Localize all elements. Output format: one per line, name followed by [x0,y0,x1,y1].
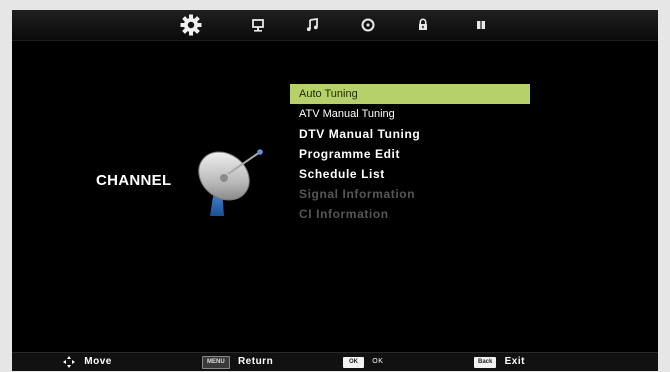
category-tab-bar [12,10,658,41]
menu-item-signal-information: Signal Information [299,187,416,201]
satellite-dish-icon [198,149,263,216]
tab-sound[interactable] [301,13,325,37]
back-key: Back [474,356,497,368]
lock-icon [419,18,427,30]
menu-key: MENU [202,355,230,369]
menu-item-ci-information: CI Information [299,207,389,221]
menu-item-atv-manual-tuning[interactable]: ATV Manual Tuning [290,104,530,124]
menu-item-programme-edit[interactable]: Programme Edit [290,144,530,164]
clock-icon [361,18,375,32]
ok-label: OK [372,358,384,365]
music-note-icon [306,17,318,32]
exit-label: Exit [504,356,525,367]
ok-key: OK [343,356,364,368]
tv-screen: CHANNEL Auto Tuning ATV Manual Tuning DTV … [12,10,658,352]
return-label: Return [237,356,274,367]
monitor-icon [252,19,264,32]
tab-time[interactable] [356,13,380,37]
help-ok: OK OK [343,353,383,371]
help-bar: Move MENU Return OK OK Back Exit [12,352,658,371]
help-move: Move [62,353,112,371]
tab-setup[interactable] [469,13,493,37]
channel-menu: Auto Tuning ATV Manual Tuning DTV Manual T… [290,84,530,224]
section-title: CHANNEL [96,172,172,189]
gear-icon [180,14,202,36]
arrows-move-icon [63,356,75,368]
tab-lock[interactable] [411,13,435,37]
grid-icon [477,21,485,29]
help-exit: Back Exit [474,353,525,371]
help-return: MENU Return [202,353,273,371]
menu-item-dtv-manual-tuning[interactable]: DTV Manual Tuning [290,124,530,144]
menu-item-schedule-list[interactable]: Schedule List [290,164,530,184]
tab-picture[interactable] [246,13,270,37]
move-label: Move [84,356,112,367]
tab-channel-settings[interactable] [179,13,203,37]
menu-item-auto-tuning[interactable]: Auto Tuning [290,84,530,104]
